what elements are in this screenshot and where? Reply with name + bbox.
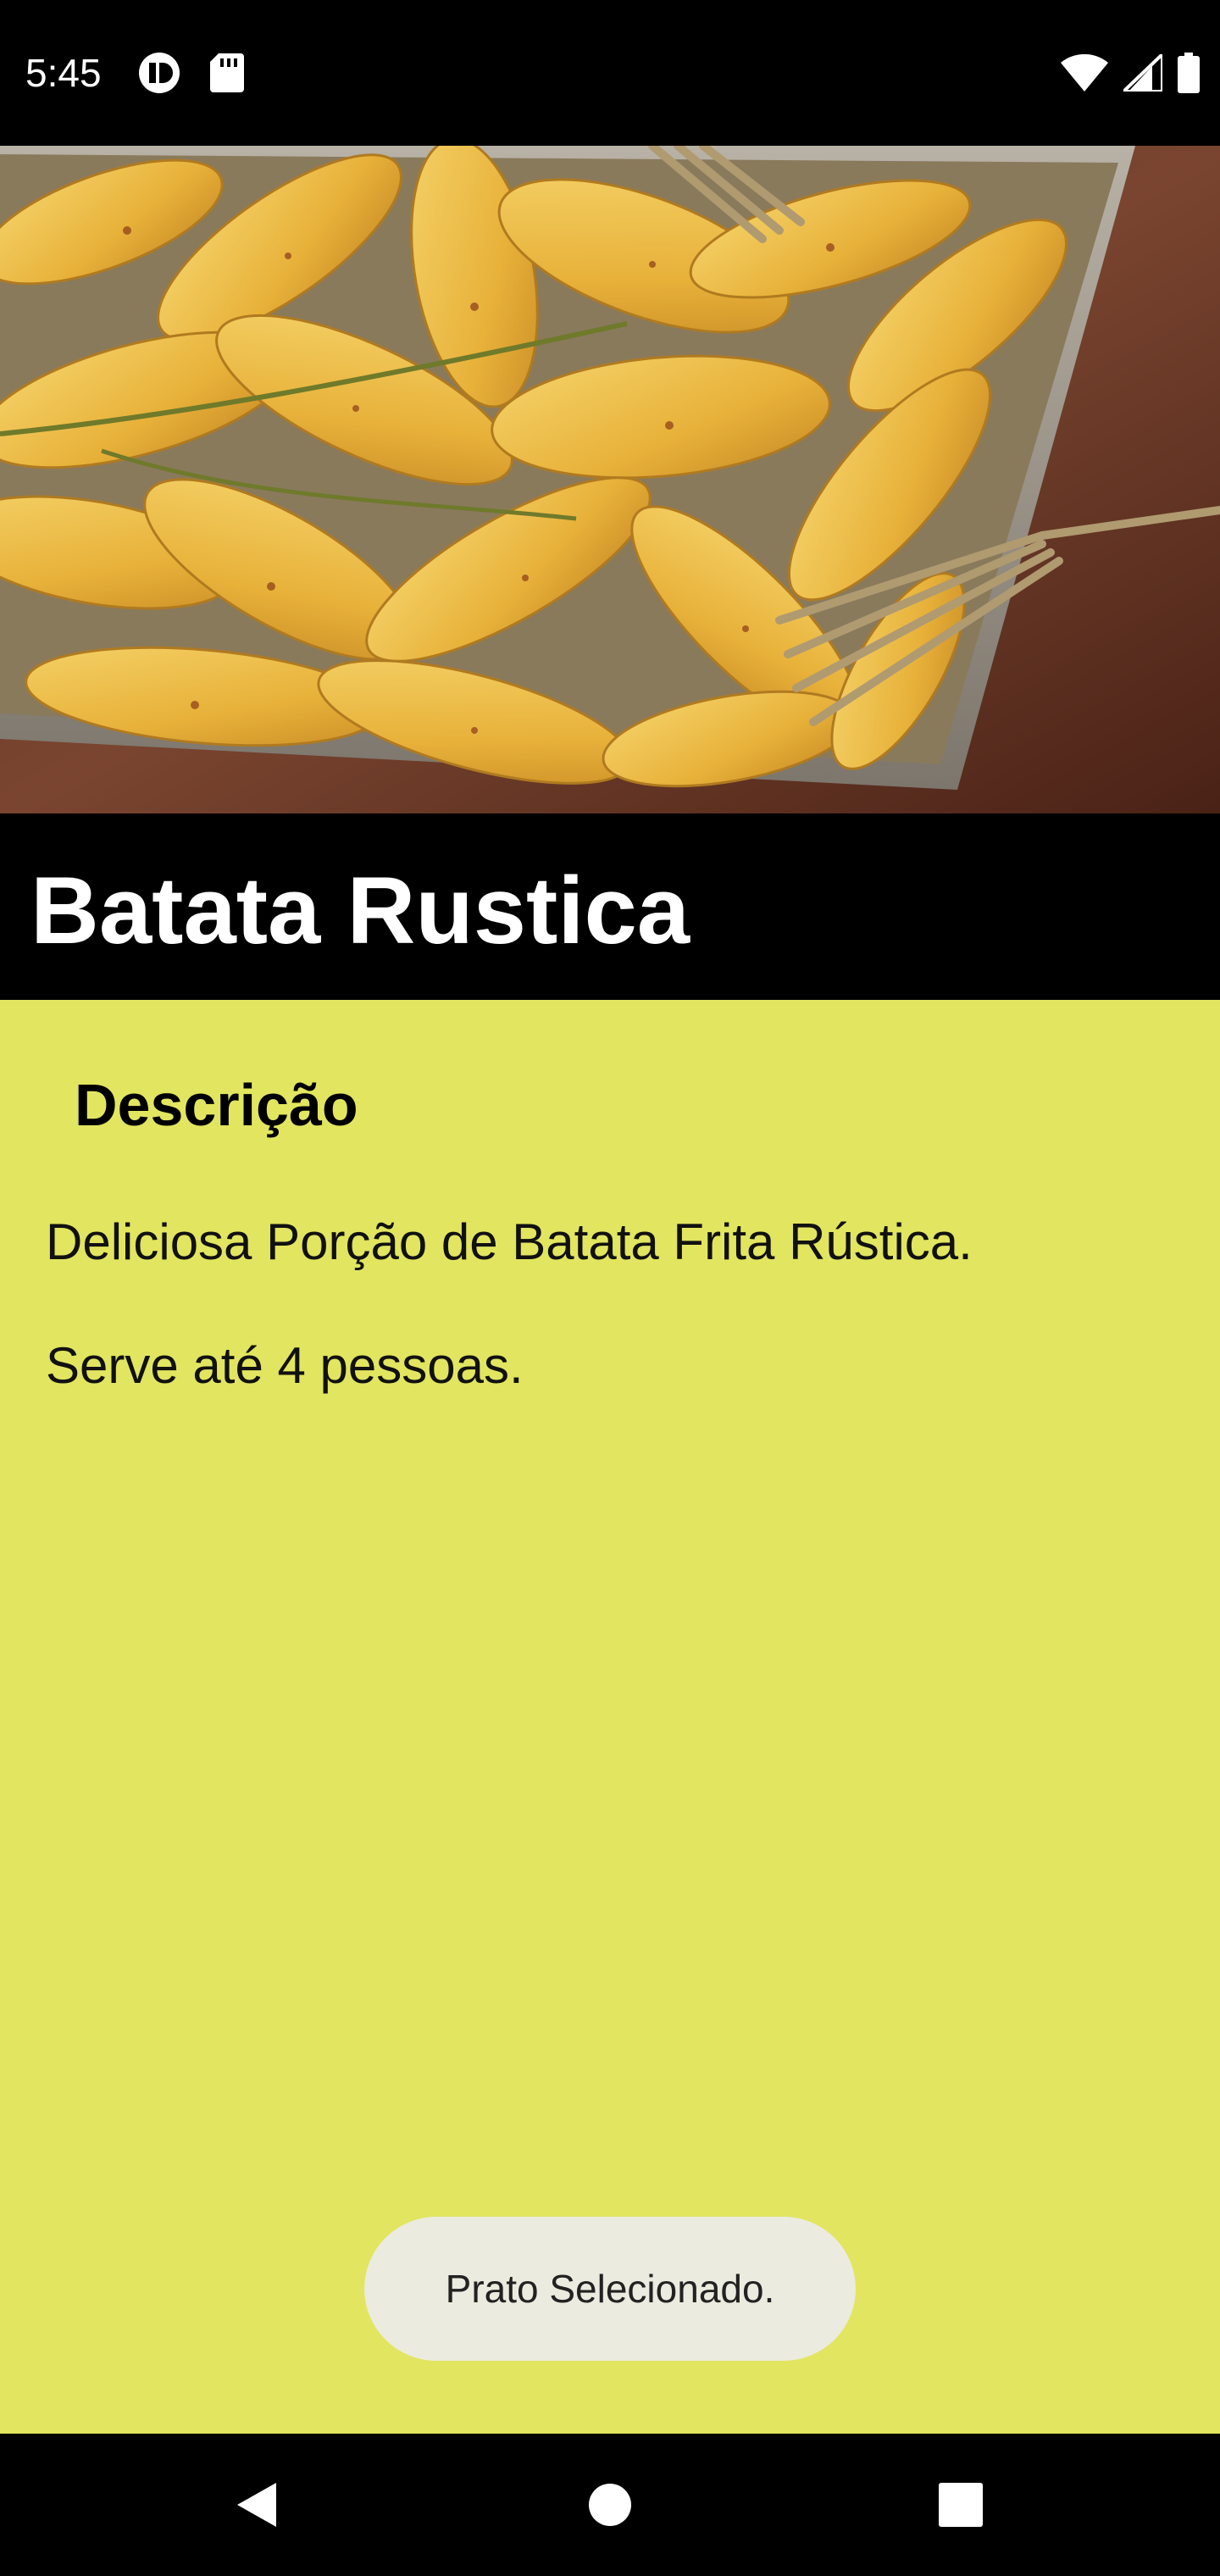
description-heading: Descrição [75,1072,358,1138]
description-line-2: Serve até 4 pessoas. [46,1337,524,1394]
battery-icon [1178,53,1200,93]
home-icon [589,2484,631,2526]
status-right-icons [1061,49,1200,97]
description-line-1: Deliciosa Porção de Batata Frita Rústica… [46,1213,973,1270]
wifi-icon [1061,54,1108,92]
dish-title: Batata Rustica [30,858,690,963]
food-photo-icon [0,146,1220,813]
signal-icon [1123,54,1162,92]
back-icon [237,2483,276,2527]
home-button[interactable] [539,2434,681,2576]
recents-button[interactable] [890,2434,1032,2576]
status-left-icons [137,49,244,97]
status-bar: 5:45 [0,0,1220,146]
sd-card-icon [210,53,244,92]
media-icon [137,51,181,95]
recents-icon [939,2483,983,2527]
navigation-bar [0,2434,1220,2576]
back-button[interactable] [185,2434,327,2576]
status-time: 5:45 [25,51,102,95]
toast: Prato Selecionado. [364,2217,856,2361]
toast-message: Prato Selecionado. [445,2267,775,2311]
dish-photo [0,146,1220,813]
